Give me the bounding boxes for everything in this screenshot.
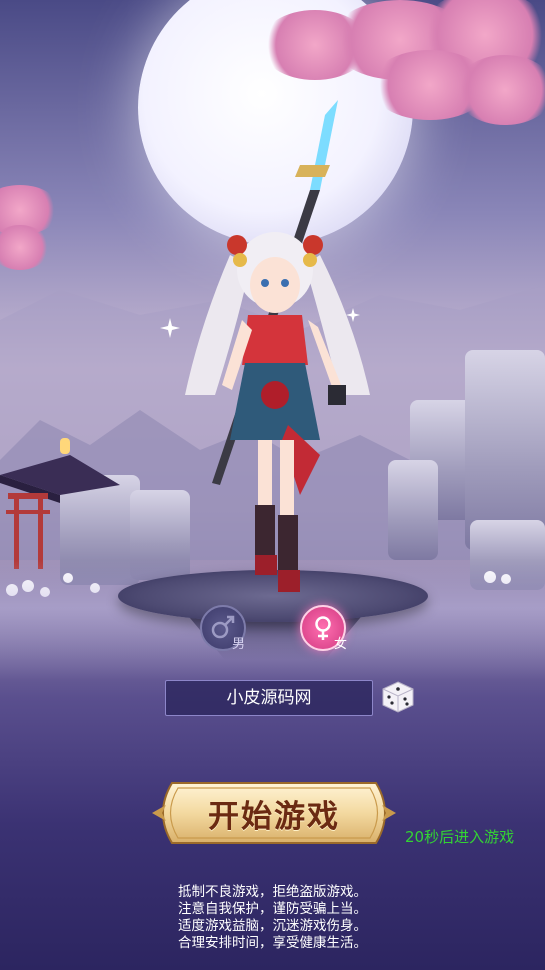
gender-male-label: 男 xyxy=(232,637,246,652)
notice-line: 注意自我保护，谨防受骗上当。 xyxy=(178,901,367,917)
notice-line: 抵制不良游戏，拒绝盗版游戏。 xyxy=(178,884,367,900)
character-name-field[interactable]: 小皮源码网 xyxy=(165,680,373,716)
health-gaming-notice: 抵制不良游戏，拒绝盗版游戏。 注意自我保护，谨防受骗上当。 适度游戏益脑，沉迷游… xyxy=(0,884,545,952)
start-game-button[interactable]: 开始游戏 xyxy=(150,779,398,847)
sparkle-icon xyxy=(346,308,360,322)
notice-line: 合理安排时间，享受健康生活。 xyxy=(178,935,367,951)
sparkle-icon xyxy=(160,318,180,338)
cherry-blossom xyxy=(455,55,545,125)
female-symbol-icon xyxy=(315,616,331,640)
gender-female-label: 女 xyxy=(334,637,348,652)
lantern xyxy=(60,438,70,454)
dice-icon[interactable] xyxy=(380,679,416,715)
character-model xyxy=(185,100,370,592)
notice-line: 适度游戏益脑，沉迷游戏伤身。 xyxy=(178,918,367,934)
auto-enter-countdown: 20秒后进入游戏 xyxy=(405,828,515,846)
pavilion xyxy=(0,455,120,569)
rock-pillar xyxy=(388,460,438,560)
start-game-label: 开始游戏 xyxy=(208,798,340,835)
